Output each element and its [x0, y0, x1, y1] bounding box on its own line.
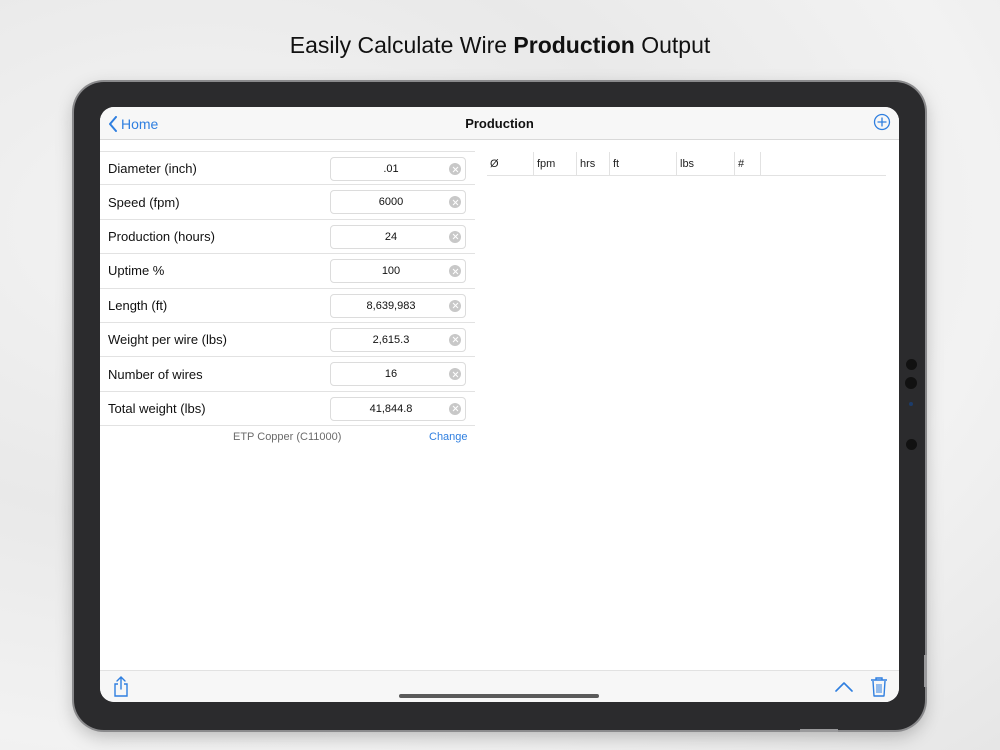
- form-row-production-hours: Production (hours) 24: [100, 220, 475, 255]
- weight-per-wire-input[interactable]: 2,615.3: [330, 327, 466, 352]
- column-header-fpm[interactable]: fpm: [534, 152, 577, 175]
- camera-lens: [905, 377, 917, 389]
- clear-icon[interactable]: [449, 299, 461, 312]
- weight-per-wire-label: Weight per wire (lbs): [108, 332, 227, 348]
- clear-icon[interactable]: [449, 196, 461, 209]
- power-button: [800, 729, 838, 732]
- plus-circle-icon[interactable]: [873, 113, 891, 131]
- chevron-up-icon[interactable]: [835, 681, 853, 693]
- number-of-wires-value: 16: [384, 368, 398, 381]
- form-row-weight-per-wire: Weight per wire (lbs) 2,615.3: [100, 323, 475, 358]
- speed-value: 6000: [378, 196, 404, 209]
- total-weight-value: 41,844.8: [369, 402, 413, 415]
- length-input[interactable]: 8,639,983: [330, 293, 466, 318]
- page-title: Production: [465, 116, 534, 131]
- form-row-length: Length (ft) 8,639,983: [100, 289, 475, 323]
- total-weight-input[interactable]: 41,844.8: [330, 396, 466, 421]
- change-material-button[interactable]: Change: [429, 431, 468, 443]
- number-of-wires-input[interactable]: 16: [330, 362, 466, 387]
- uptime-label: Uptime %: [108, 263, 165, 279]
- diameter-value: .01: [383, 163, 399, 175]
- headline-bold: Production: [513, 32, 635, 58]
- total-weight-label: Total weight (lbs): [108, 400, 206, 416]
- material-row: ETP Copper (C11000) Change: [100, 431, 475, 447]
- camera-dot: [906, 359, 917, 370]
- home-indicator[interactable]: [399, 694, 599, 698]
- length-value: 8,639,983: [366, 299, 416, 312]
- clear-icon[interactable]: [449, 368, 461, 381]
- app-screen: Home Production Diameter (inch) .01 Spee…: [100, 107, 899, 702]
- camera-flash: [906, 439, 917, 450]
- material-name: ETP Copper (C11000): [233, 431, 342, 443]
- production-form: Diameter (inch) .01 Speed (fpm) 6000 Pro…: [100, 151, 475, 427]
- form-row-total-weight: Total weight (lbs) 41,844.8: [100, 392, 475, 427]
- uptime-value: 100: [381, 265, 401, 278]
- headline-suffix: Output: [641, 32, 711, 58]
- clear-icon[interactable]: [449, 402, 461, 415]
- length-label: Length (ft): [108, 297, 168, 313]
- diameter-input[interactable]: .01: [330, 157, 466, 181]
- diameter-label: Diameter (inch): [108, 160, 197, 176]
- production-hours-input[interactable]: 24: [330, 224, 466, 249]
- column-header-hrs[interactable]: hrs: [577, 152, 610, 175]
- speed-input[interactable]: 6000: [330, 190, 466, 215]
- speed-label: Speed (fpm): [108, 194, 180, 210]
- clear-icon[interactable]: [449, 333, 461, 346]
- camera-sensor: [909, 402, 913, 406]
- results-table-header: Ø fpm hrs ft lbs #: [487, 152, 886, 176]
- volume-button: [924, 655, 927, 687]
- weight-per-wire-value: 2,615.3: [372, 333, 410, 346]
- clear-icon[interactable]: [449, 230, 461, 243]
- production-hours-label: Production (hours): [108, 228, 215, 244]
- form-row-speed: Speed (fpm) 6000: [100, 185, 475, 220]
- trash-icon[interactable]: [870, 676, 888, 698]
- production-hours-value: 24: [384, 230, 398, 243]
- form-row-diameter: Diameter (inch) .01: [100, 151, 475, 186]
- headline: Easily Calculate Wire Production Output: [0, 32, 1000, 59]
- column-header-lbs[interactable]: lbs: [677, 152, 735, 175]
- uptime-input[interactable]: 100: [330, 259, 466, 284]
- form-row-number-of-wires: Number of wires 16: [100, 357, 475, 392]
- number-of-wires-label: Number of wires: [108, 366, 203, 382]
- headline-prefix: Easily Calculate Wire: [289, 32, 508, 58]
- share-icon[interactable]: [112, 676, 130, 698]
- form-row-uptime: Uptime % 100: [100, 254, 475, 289]
- navigation-bar: Home Production: [100, 107, 899, 140]
- clear-icon[interactable]: [449, 163, 461, 175]
- column-header-diameter[interactable]: Ø: [487, 152, 534, 175]
- clear-icon[interactable]: [449, 265, 461, 278]
- column-header-ft[interactable]: ft: [610, 152, 677, 175]
- column-header-count[interactable]: #: [735, 152, 761, 175]
